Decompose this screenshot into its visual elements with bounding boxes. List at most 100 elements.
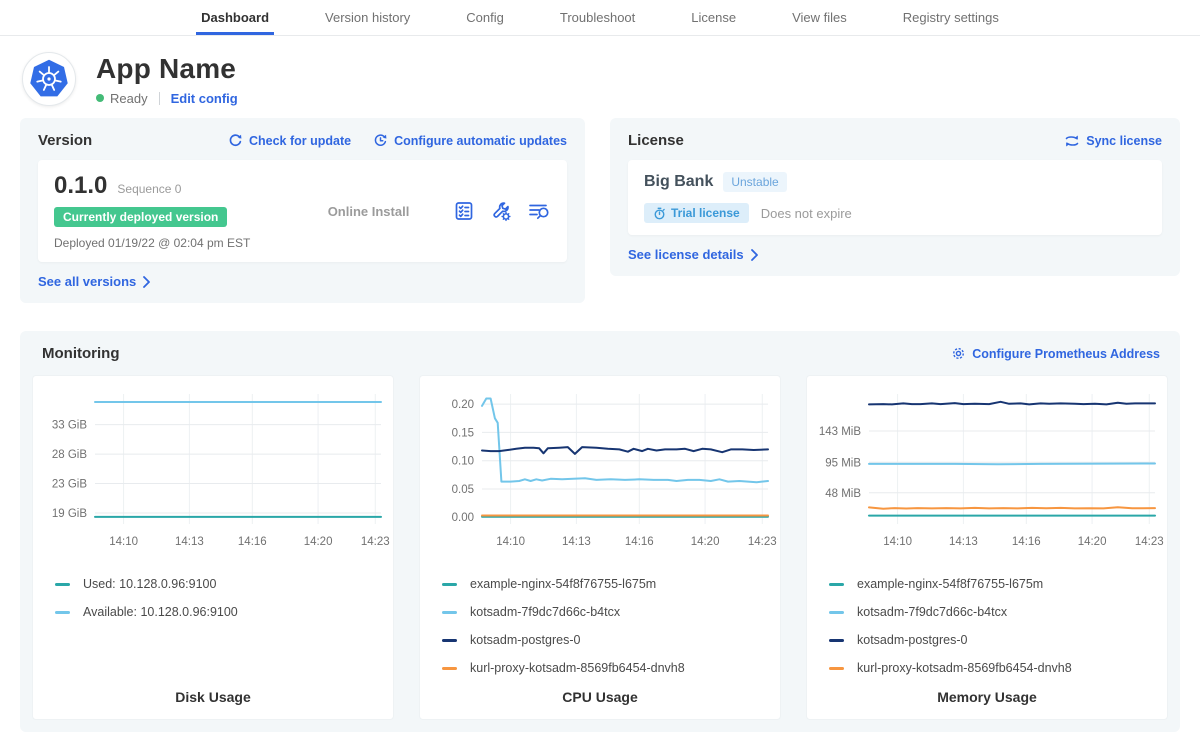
config-wrench-icon[interactable]: [490, 200, 512, 222]
disk-usage-legend: Used: 10.128.0.96:9100 Available: 10.128.…: [33, 559, 393, 633]
legend-color-dash: [442, 639, 457, 642]
monitoring-title: Monitoring: [42, 345, 119, 362]
disk-usage-plot: 14:1014:1314:1614:2014:2319 GiB23 GiB28 …: [33, 382, 393, 559]
svg-text:0.10: 0.10: [452, 456, 474, 468]
version-card-title: Version: [38, 132, 92, 149]
sync-license-label: Sync license: [1086, 134, 1162, 148]
edit-config-link[interactable]: Edit config: [171, 91, 238, 106]
svg-text:23 GiB: 23 GiB: [52, 479, 87, 491]
disk-usage-chart-panel: 14:1014:1314:1614:2014:2319 GiB23 GiB28 …: [32, 375, 394, 720]
legend-label: Used: 10.128.0.96:9100: [83, 577, 216, 591]
legend-label: kotsadm-7f9dc7d66c-b4tcx: [857, 605, 1007, 619]
svg-text:14:23: 14:23: [1135, 536, 1164, 548]
preflight-checklist-icon[interactable]: [453, 200, 475, 222]
legend-color-dash: [829, 583, 844, 586]
svg-text:95 MiB: 95 MiB: [825, 457, 861, 469]
clock-refresh-icon: [373, 133, 388, 148]
svg-text:14:13: 14:13: [175, 536, 204, 548]
legend-label: kotsadm-postgres-0: [857, 633, 967, 647]
top-nav-bar: Dashboard Version history Config Troublesho…: [0, 0, 1200, 36]
see-all-versions-label: See all versions: [38, 274, 136, 289]
legend-label: kotsadm-7f9dc7d66c-b4tcx: [470, 605, 620, 619]
gear-icon: [951, 346, 966, 361]
svg-text:28 GiB: 28 GiB: [52, 449, 87, 461]
tab-view-files[interactable]: View files: [787, 0, 852, 35]
legend-item: kurl-proxy-kotsadm-8569fb6454-dnvh8: [829, 661, 1157, 675]
legend-label: kurl-proxy-kotsadm-8569fb6454-dnvh8: [857, 661, 1072, 675]
install-type-label: Online Install: [284, 204, 453, 219]
svg-text:0.20: 0.20: [452, 399, 474, 411]
see-all-versions-link[interactable]: See all versions: [38, 274, 151, 289]
kubernetes-logo-icon: [29, 59, 69, 99]
ready-status-dot: [96, 94, 104, 102]
legend-item: example-nginx-54f8f76755-l675m: [442, 577, 770, 591]
legend-label: example-nginx-54f8f76755-l675m: [470, 577, 656, 591]
svg-text:14:20: 14:20: [691, 536, 720, 548]
legend-color-dash: [55, 611, 70, 614]
monitoring-card: Monitoring Configure Prometheus Address …: [20, 331, 1180, 732]
svg-text:14:13: 14:13: [949, 536, 978, 548]
svg-text:14:16: 14:16: [1012, 536, 1041, 548]
legend-color-dash: [829, 639, 844, 642]
version-number: 0.1.0: [54, 172, 107, 200]
tab-config[interactable]: Config: [461, 0, 509, 35]
current-version-box: 0.1.0 Sequence 0 Currently deployed vers…: [38, 160, 567, 262]
sync-license-button[interactable]: Sync license: [1064, 134, 1162, 148]
svg-text:48 MiB: 48 MiB: [825, 488, 861, 500]
svg-text:14:20: 14:20: [304, 536, 333, 548]
page-title: App Name: [96, 53, 238, 85]
trial-license-badge: Trial license: [644, 203, 749, 223]
sync-arrows-icon: [1064, 134, 1080, 148]
configure-prometheus-label: Configure Prometheus Address: [972, 347, 1160, 361]
see-license-details-label: See license details: [628, 247, 744, 262]
tab-license[interactable]: License: [686, 0, 741, 35]
check-for-update-label: Check for update: [249, 134, 351, 148]
check-for-update-button[interactable]: Check for update: [228, 133, 351, 148]
svg-text:0.05: 0.05: [452, 484, 474, 496]
legend-color-dash: [442, 667, 457, 670]
currently-deployed-badge: Currently deployed version: [54, 207, 227, 227]
svg-text:14:13: 14:13: [562, 536, 591, 548]
see-license-details-link[interactable]: See license details: [628, 247, 759, 262]
svg-text:14:10: 14:10: [496, 536, 525, 548]
configure-automatic-updates-label: Configure automatic updates: [394, 134, 567, 148]
legend-item: kurl-proxy-kotsadm-8569fb6454-dnvh8: [442, 661, 770, 675]
license-card: License Sync license Big Bank Unstable: [610, 118, 1180, 276]
svg-text:0.00: 0.00: [452, 512, 474, 524]
svg-text:14:23: 14:23: [748, 536, 777, 548]
app-header: App Name Ready Edit config: [0, 36, 1200, 112]
cpu-usage-chart-panel: 14:1014:1314:1614:2014:230.000.050.100.1…: [419, 375, 781, 720]
tab-version-history[interactable]: Version history: [320, 0, 415, 35]
svg-text:0.15: 0.15: [452, 427, 474, 439]
deployed-timestamp: Deployed 01/19/22 @ 02:04 pm EST: [54, 236, 284, 250]
legend-item: example-nginx-54f8f76755-l675m: [829, 577, 1157, 591]
configure-automatic-updates-button[interactable]: Configure automatic updates: [373, 133, 567, 148]
legend-label: kurl-proxy-kotsadm-8569fb6454-dnvh8: [470, 661, 685, 675]
app-avatar: [22, 52, 76, 106]
svg-text:14:10: 14:10: [883, 536, 912, 548]
tab-registry-settings[interactable]: Registry settings: [898, 0, 1004, 35]
svg-text:14:20: 14:20: [1078, 536, 1107, 548]
trial-license-label: Trial license: [671, 206, 740, 220]
tab-dashboard[interactable]: Dashboard: [196, 0, 274, 35]
legend-item: kotsadm-postgres-0: [829, 633, 1157, 647]
legend-color-dash: [442, 583, 457, 586]
svg-text:33 GiB: 33 GiB: [52, 420, 87, 432]
license-details-box: Big Bank Unstable Trial license Does not…: [628, 160, 1162, 235]
license-customer-name: Big Bank: [644, 173, 713, 191]
memory-usage-chart-panel: 14:1014:1314:1614:2014:2348 MiB95 MiB143…: [806, 375, 1168, 720]
legend-label: example-nginx-54f8f76755-l675m: [857, 577, 1043, 591]
configure-prometheus-button[interactable]: Configure Prometheus Address: [951, 346, 1160, 361]
svg-text:14:10: 14:10: [109, 536, 138, 548]
chevron-right-icon: [750, 249, 759, 261]
legend-color-dash: [829, 667, 844, 670]
tab-troubleshoot[interactable]: Troubleshoot: [555, 0, 640, 35]
legend-item: Available: 10.128.0.96:9100: [55, 605, 383, 619]
license-expiry-label: Does not expire: [761, 206, 852, 221]
svg-text:14:23: 14:23: [361, 536, 390, 548]
svg-text:19 GiB: 19 GiB: [52, 508, 87, 520]
deploy-logs-search-icon[interactable]: [527, 200, 551, 222]
legend-label: kotsadm-postgres-0: [470, 633, 580, 647]
legend-item: Used: 10.128.0.96:9100: [55, 577, 383, 591]
cpu-usage-plot: 14:1014:1314:1614:2014:230.000.050.100.1…: [420, 382, 780, 559]
